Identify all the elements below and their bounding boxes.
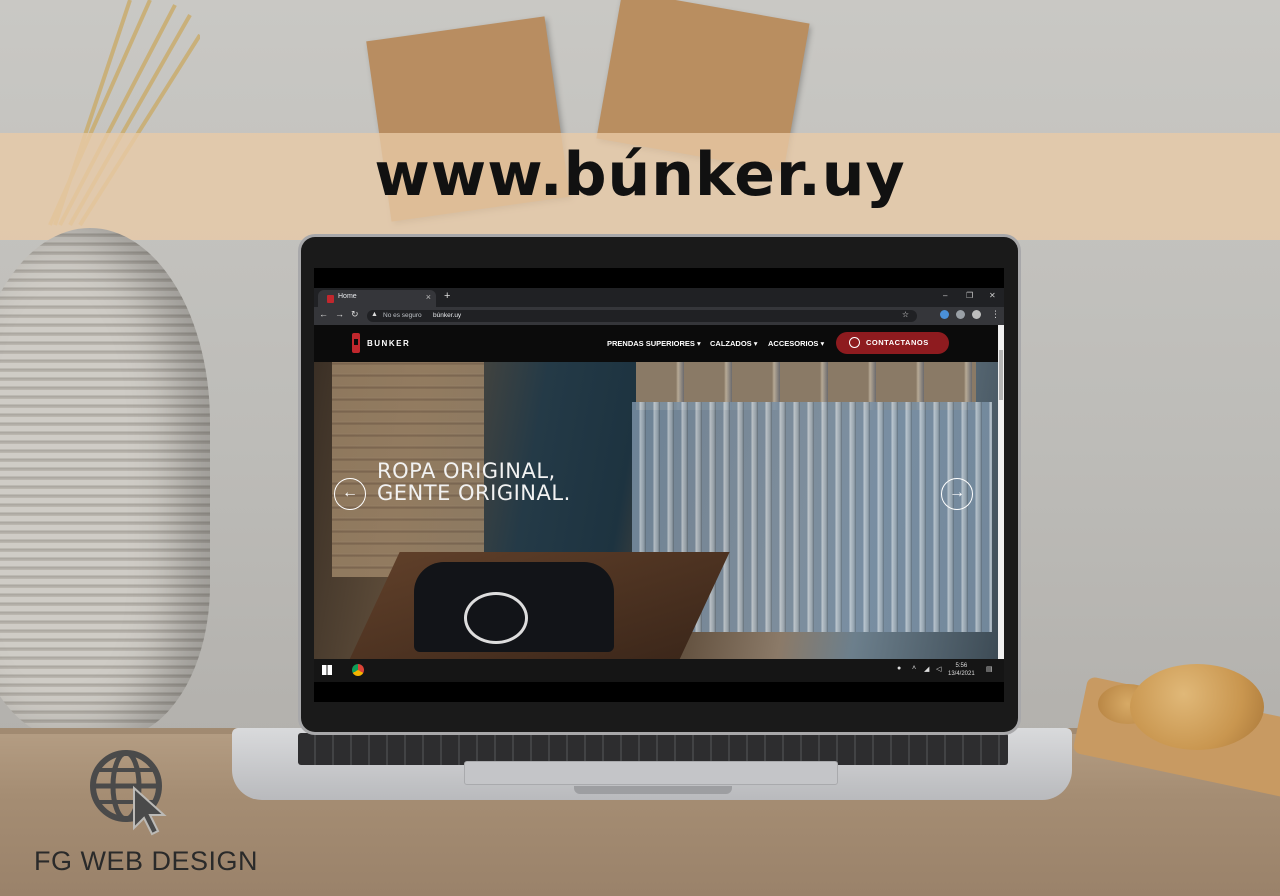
hero-headline: ROPA ORIGINAL, GENTE ORIGINAL. — [377, 460, 571, 504]
close-tab-icon[interactable]: × — [426, 292, 431, 302]
laptop-screen: Home × + – ❐ ✕ ← → ↻ ▲ No es seguro búnk… — [314, 268, 1004, 702]
browser-tab-home[interactable]: Home × — [318, 290, 436, 307]
scrollbar-thumb[interactable] — [999, 350, 1003, 400]
windows-start-icon[interactable] — [322, 665, 332, 675]
bookmark-star-icon[interactable]: ☆ — [902, 310, 909, 319]
hero-line-2: GENTE ORIGINAL. — [377, 481, 571, 505]
puzzle-extensions-icon[interactable] — [956, 310, 965, 319]
globe-cursor-logo-icon — [90, 750, 167, 836]
banner-url-title: www.búnker.uy — [374, 140, 906, 210]
contactanos-button[interactable]: CONTACTANOS — [836, 332, 949, 354]
site-logo-text[interactable]: BUNKER — [367, 339, 410, 348]
hero-slider: ROPA ORIGINAL, GENTE ORIGINAL. ← → — [314, 362, 998, 659]
menu-accesorios[interactable]: ACCESORIOS ▾ — [768, 339, 824, 348]
browser-menu-icon[interactable]: ⋮ — [991, 309, 1000, 320]
taskbar-clock[interactable]: 5:56 13/4/2021 — [948, 662, 975, 678]
clock-date: 13/4/2021 — [948, 671, 975, 677]
tshirt-print-photo — [464, 592, 528, 644]
help-icon[interactable]: ● — [897, 665, 901, 672]
maximize-button[interactable]: ❐ — [966, 291, 973, 300]
hero-line-1: ROPA ORIGINAL, — [377, 459, 556, 483]
reload-icon[interactable]: ↻ — [351, 309, 359, 320]
new-tab-button[interactable]: + — [444, 290, 450, 302]
back-arrow-icon[interactable]: ← — [319, 309, 328, 319]
watermark-text: FG WEB DESIGN — [34, 846, 259, 876]
tab-title: Home — [338, 293, 357, 300]
vase-decoration — [0, 228, 210, 738]
profile-avatar-icon[interactable] — [972, 310, 981, 319]
bunker-favicon-icon — [327, 295, 334, 303]
bunker-logo-icon[interactable] — [352, 333, 360, 353]
laptop-lip — [574, 786, 732, 794]
site-navbar: BUNKER PRENDAS SUPERIORES ▾ CALZADOS ▾ A… — [314, 325, 998, 362]
warning-icon: ▲ — [371, 311, 378, 318]
whatsapp-icon — [849, 337, 860, 348]
tray-chevron-icon[interactable]: ˄ — [912, 665, 916, 672]
slider-prev-button[interactable]: ← — [334, 478, 366, 510]
cookie — [1130, 664, 1264, 750]
forward-arrow-icon[interactable]: → — [335, 309, 344, 319]
volume-icon[interactable]: ◁ — [936, 665, 941, 673]
clock-time: 5:56 — [955, 663, 968, 669]
chrome-taskbar-icon[interactable] — [352, 664, 364, 676]
network-icon[interactable]: ◢ — [924, 665, 929, 673]
close-window-button[interactable]: ✕ — [989, 291, 996, 300]
slider-next-button[interactable]: → — [941, 478, 973, 510]
windows-taskbar: ● ˄ ◢ ◁ 5:56 13/4/2021 ▤ — [314, 659, 1004, 682]
extension-icon[interactable] — [940, 310, 949, 319]
notifications-icon[interactable]: ▤ — [986, 665, 993, 673]
menu-prendas-superiores[interactable]: PRENDAS SUPERIORES ▾ — [607, 339, 701, 348]
menu-calzados[interactable]: CALZADOS ▾ — [710, 339, 758, 348]
address-bar[interactable]: ▲ No es seguro búnker.uy ☆ — [367, 310, 917, 322]
laptop-trackpad — [464, 761, 838, 785]
minimize-button[interactable]: – — [943, 291, 947, 300]
address-url[interactable]: búnker.uy — [433, 312, 461, 319]
cta-label: CONTACTANOS — [866, 338, 929, 347]
security-status[interactable]: No es seguro — [383, 312, 422, 319]
